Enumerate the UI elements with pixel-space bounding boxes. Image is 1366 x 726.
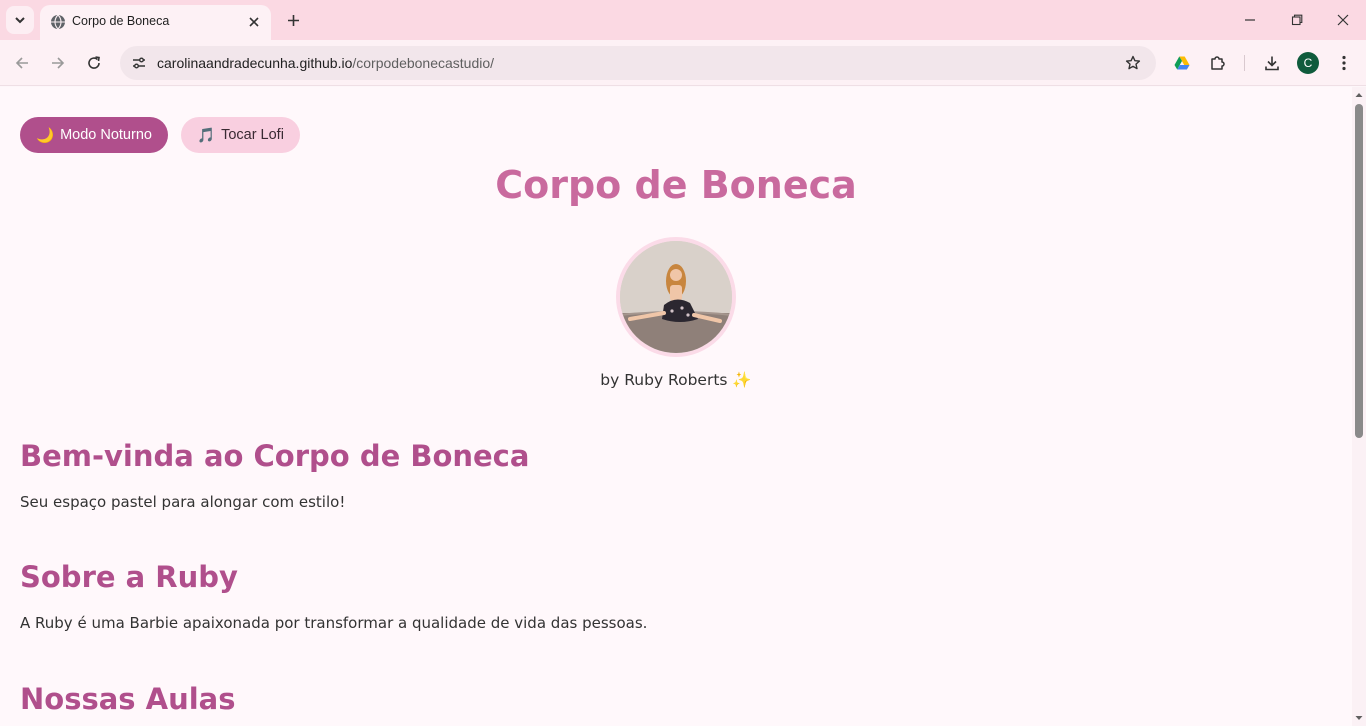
reload-button[interactable] xyxy=(81,50,107,76)
tab-strip: Corpo de Boneca xyxy=(0,0,1366,40)
play-lofi-label: Tocar Lofi xyxy=(221,127,284,143)
more-vert-icon xyxy=(1342,55,1346,71)
moon-icon: 🌙 xyxy=(36,127,55,144)
close-window-button[interactable] xyxy=(1331,8,1355,32)
puzzle-icon xyxy=(1211,56,1225,70)
page-scrollbar[interactable] xyxy=(1352,87,1366,726)
scroll-down-icon[interactable] xyxy=(1355,714,1363,722)
google-drive-icon xyxy=(1174,56,1190,70)
profile-avatar[interactable]: C xyxy=(1297,52,1319,74)
scroll-up-icon[interactable] xyxy=(1355,91,1363,99)
star-icon xyxy=(1125,55,1141,70)
classes-heading: Nossas Aulas xyxy=(20,682,236,716)
download-icon xyxy=(1265,56,1279,71)
close-tab-button[interactable] xyxy=(245,13,263,31)
site-info-button[interactable] xyxy=(128,52,150,74)
bookmark-button[interactable] xyxy=(1122,52,1144,74)
new-tab-button[interactable] xyxy=(282,9,304,31)
google-drive-extension[interactable] xyxy=(1169,50,1195,76)
browser-menu-button[interactable] xyxy=(1331,50,1357,76)
minimize-button[interactable] xyxy=(1238,8,1262,32)
plus-icon xyxy=(287,14,299,26)
chevron-down-icon xyxy=(15,17,25,24)
page-content: 🌙 Modo Noturno 🎵 Tocar Lofi Corpo de Bon… xyxy=(0,87,1352,726)
active-tab[interactable]: Corpo de Boneca xyxy=(40,5,271,40)
tab-title: Corpo de Boneca xyxy=(72,14,170,28)
minimize-icon xyxy=(1245,19,1255,21)
about-text: A Ruby é uma Barbie apaixonada por trans… xyxy=(20,614,648,632)
restore-button[interactable] xyxy=(1285,8,1309,32)
browser-toolbar: carolinaandradecunha.github.io/corpodebo… xyxy=(0,40,1366,86)
reload-icon xyxy=(88,56,100,69)
play-lofi-button[interactable]: 🎵 Tocar Lofi xyxy=(181,117,300,153)
url-domain: carolinaandradecunha.github.io xyxy=(157,55,353,71)
tab-search-button[interactable] xyxy=(6,6,34,34)
close-icon xyxy=(1337,14,1349,26)
url-path: /corpodebonecastudio/ xyxy=(352,55,495,71)
music-note-icon: 🎵 xyxy=(197,127,216,144)
arrow-right-icon xyxy=(52,57,65,69)
site-title: Corpo de Boneca xyxy=(495,163,857,207)
back-button[interactable] xyxy=(9,50,35,76)
globe-icon xyxy=(51,14,65,30)
toolbar-divider xyxy=(1244,55,1245,71)
arrow-left-icon xyxy=(15,57,28,69)
welcome-text: Seu espaço pastel para alongar com estil… xyxy=(20,493,346,511)
about-heading: Sobre a Ruby xyxy=(20,560,238,594)
author-byline: by Ruby Roberts ✨ xyxy=(600,371,752,389)
downloads-button[interactable] xyxy=(1259,50,1285,76)
close-icon xyxy=(249,17,259,27)
restore-icon xyxy=(1291,14,1303,26)
forward-button[interactable] xyxy=(45,50,71,76)
profile-photo xyxy=(616,237,736,357)
night-mode-label: Modo Noturno xyxy=(60,127,152,143)
tune-icon xyxy=(133,57,145,69)
address-bar[interactable]: carolinaandradecunha.github.io/corpodebo… xyxy=(120,46,1156,80)
welcome-heading: Bem-vinda ao Corpo de Boneca xyxy=(20,439,530,473)
extensions-button[interactable] xyxy=(1205,50,1231,76)
scrollbar-thumb[interactable] xyxy=(1355,104,1363,438)
night-mode-button[interactable]: 🌙 Modo Noturno xyxy=(20,117,168,153)
url-text[interactable]: carolinaandradecunha.github.io/corpodebo… xyxy=(157,55,494,71)
doll-photo xyxy=(620,241,732,353)
